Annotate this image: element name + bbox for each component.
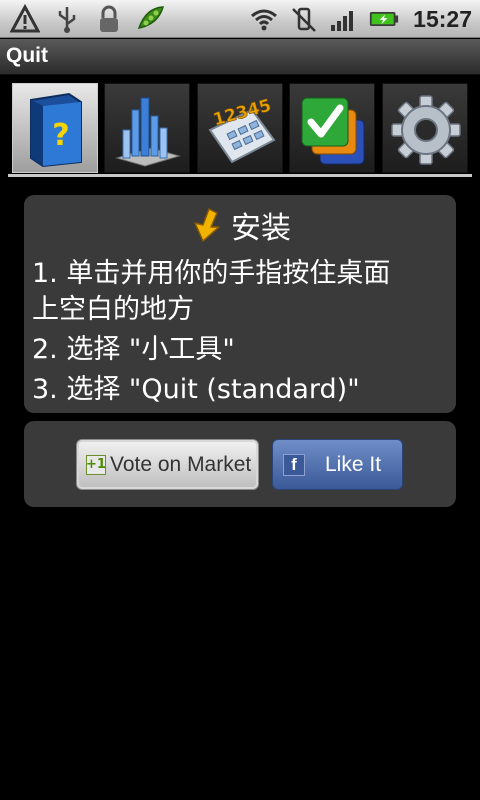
wifi-icon [251,9,278,31]
tab-help[interactable]: ? [12,83,98,173]
tab-bar: ? 12345 [8,80,472,180]
tab-underline [8,174,472,177]
install-step-1: 1. 单击并用你的手指按住桌面 [32,258,391,289]
facebook-icon: f [283,453,305,476]
tab-tasks[interactable] [289,83,375,173]
settings-gear-icon [391,95,461,165]
install-title: 安装 [231,211,291,246]
install-step-3: 3. 选择 "Quit (standard)" [32,374,360,405]
app-title: Quit [6,44,48,67]
vote-button-label: Vote on Market [110,452,252,476]
bar-chart-icon [115,97,181,167]
clock: 15:27 [413,5,472,32]
tab-stats[interactable] [104,83,190,173]
usb-icon [58,7,76,33]
status-bar: 15:27 [0,0,480,38]
install-step-1-cont: 上空白的地方 [32,294,194,325]
vote-on-market-button[interactable]: +1 Vote on Market [76,439,259,490]
install-step-2: 2. 选择 "小工具" [32,334,235,365]
peapod-icon [137,6,165,30]
lock-icon [100,5,118,32]
plus-one-icon: +1 [86,454,106,475]
tab-counter[interactable]: 12345 [197,83,283,173]
checkmark-cards-icon [301,97,365,165]
svg-text:?: ? [52,118,69,153]
tab-settings[interactable] [382,83,468,173]
down-arrow-icon [194,208,220,242]
signal-icon [331,11,354,31]
title-bar: Quit [0,39,480,75]
actions-panel: +1 Vote on Market f Like It [24,421,456,507]
install-panel: 安装 1. 单击并用你的手指按住桌面 上空白的地方 2. 选择 "小工具" 3.… [24,195,456,413]
keypad-icon: 12345 [208,95,276,164]
like-it-button[interactable]: f Like It [272,439,403,490]
vibrate-icon [292,7,317,32]
install-heading: 安装 [24,203,456,247]
battery-icon [370,11,399,27]
alert-icon [10,4,40,33]
help-book-icon: ? [30,92,82,168]
like-button-label: Like It [325,452,382,476]
